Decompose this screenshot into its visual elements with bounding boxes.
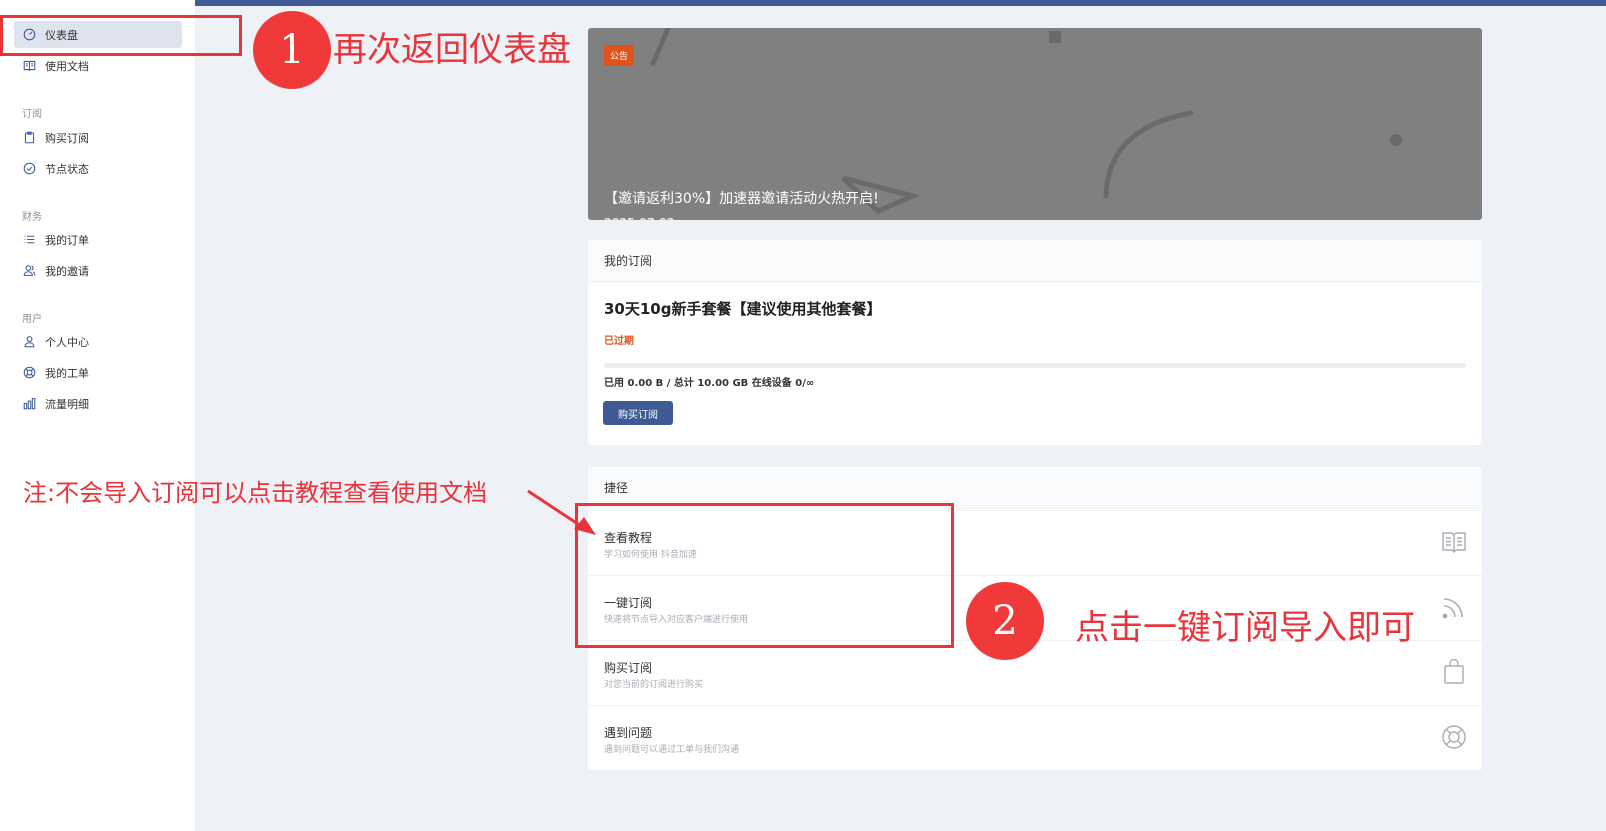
sidebar-item-buy-subscription[interactable]: 购买订阅 <box>14 124 182 151</box>
notice-banner[interactable]: 公告 【邀请返利30%】加速器邀请活动火热开启! 2025-07-02 <box>588 28 1482 220</box>
sidebar-item-tickets[interactable]: 我的工单 <box>14 359 182 386</box>
annotation-box-shortcuts <box>575 503 954 648</box>
sidebar-item-node-status[interactable]: 节点状态 <box>14 155 182 182</box>
sidebar-item-label: 我的工单 <box>45 366 89 380</box>
sidebar-item-invites[interactable]: 我的邀请 <box>14 257 182 284</box>
users-icon <box>23 264 36 277</box>
sidebar-group-user: 用户 <box>22 314 42 325</box>
user-icon <box>23 335 36 348</box>
sidebar: 仪表盘 使用文档 订阅 购买订阅 节点状态 财务 我的订单 我的邀请 用户 个人… <box>0 0 195 831</box>
sidebar-item-traffic[interactable]: 流量明细 <box>14 390 182 417</box>
sidebar-item-label: 购买订阅 <box>45 131 89 145</box>
sidebar-item-docs[interactable]: 使用文档 <box>14 52 182 79</box>
clipboard-icon <box>23 131 36 144</box>
rss-icon <box>1441 594 1467 620</box>
buy-subscription-button[interactable]: 购买订阅 <box>603 401 673 425</box>
top-accent-bar <box>195 0 1606 6</box>
annotation-note: 注:不会导入订阅可以点击教程查看使用文档 <box>23 479 488 507</box>
traffic-progress-bar <box>604 363 1466 368</box>
sidebar-item-label: 个人中心 <box>45 335 89 349</box>
plan-name: 30天10g新手套餐【建议使用其他套餐】 <box>604 300 882 318</box>
status-badge: 已过期 <box>604 336 634 347</box>
sidebar-group-finance: 财务 <box>22 212 42 223</box>
annotation-step-1-circle: 1 <box>253 11 331 89</box>
notice-date: 2025-07-02 <box>604 216 674 220</box>
annotation-step-2-circle: 2 <box>966 582 1044 660</box>
shortcut-title: 遇到问题 <box>604 726 653 740</box>
check-circle-icon <box>23 162 36 175</box>
notice-title: 【邀请返利30%】加速器邀请活动火热开启! <box>604 191 879 207</box>
shortcut-title: 购买订阅 <box>604 661 653 675</box>
sidebar-item-profile[interactable]: 个人中心 <box>14 328 182 355</box>
sidebar-item-label: 使用文档 <box>45 59 89 73</box>
shortcut-description: 遇到问题可以通过工单与我们沟通 <box>604 745 740 755</box>
book-icon <box>1441 529 1467 555</box>
subscription-card: 我的订阅 30天10g新手套餐【建议使用其他套餐】 已过期 已用 0.00 B … <box>588 240 1482 445</box>
shortcut-description: 对您当前的订阅进行购买 <box>604 680 704 690</box>
sidebar-item-orders[interactable]: 我的订单 <box>14 226 182 253</box>
notice-badge: 公告 <box>604 45 635 66</box>
sidebar-item-label: 流量明细 <box>45 397 89 411</box>
sidebar-item-label: 我的订单 <box>45 233 89 247</box>
lifebuoy-icon <box>1441 724 1467 750</box>
annotation-box-dashboard <box>0 15 242 56</box>
book-icon <box>23 59 36 72</box>
lifebuoy-icon <box>23 366 36 379</box>
sidebar-item-label: 节点状态 <box>45 162 89 176</box>
shortcut-buy-subscription[interactable]: 购买订阅 对您当前的订阅进行购买 <box>588 640 1482 705</box>
shortcut-get-help[interactable]: 遇到问题 遇到问题可以通过工单与我们沟通 <box>588 705 1482 770</box>
annotation-step-1-text: 再次返回仪表盘 <box>333 30 571 70</box>
usage-text: 已用 0.00 B / 总计 10.00 GB 在线设备 0/∞ <box>604 378 815 389</box>
bar-chart-icon <box>23 397 36 410</box>
list-icon <box>23 233 36 246</box>
sidebar-group-subscription: 订阅 <box>22 109 42 120</box>
sidebar-item-label: 我的邀请 <box>45 264 89 278</box>
shopping-bag-icon <box>1441 658 1467 685</box>
annotation-step-2-text: 点击一键订阅导入即可 <box>1075 608 1415 648</box>
subscription-card-header: 我的订阅 <box>588 240 1482 282</box>
